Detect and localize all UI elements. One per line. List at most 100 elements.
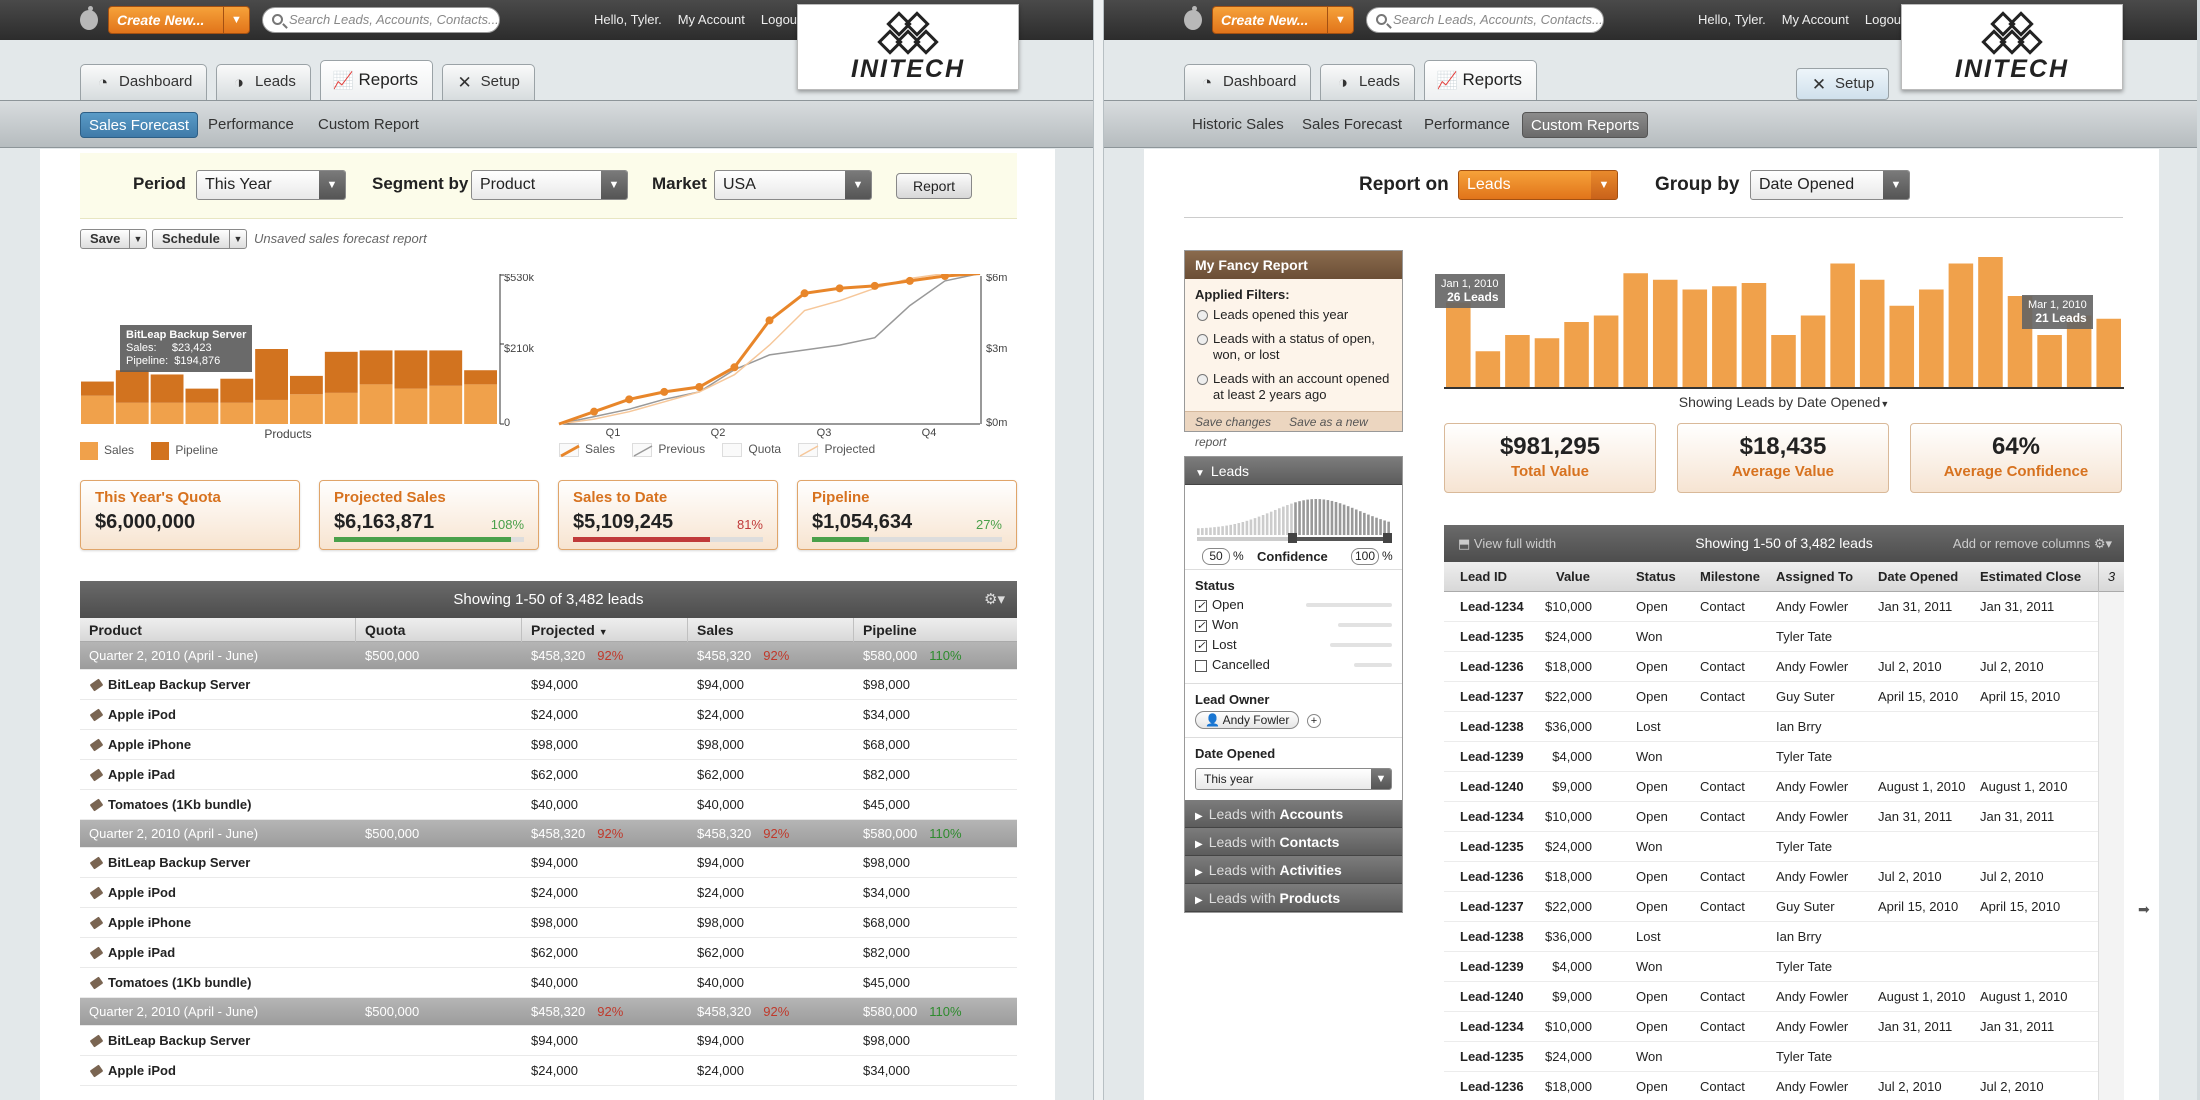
group-row[interactable]: Quarter 2, 2010 (April - June) $500,000 $4… (80, 820, 1017, 848)
leads-bar[interactable] (1475, 351, 1501, 387)
table-row[interactable]: Lead-1235 $24,000 Won Tyler Tate (1444, 1042, 2124, 1072)
bar-sales[interactable] (255, 399, 288, 424)
sales-point[interactable] (870, 281, 879, 290)
chart-caption[interactable]: Showing Leads by Date Opened▼ (1444, 394, 2124, 410)
leads-bar[interactable] (1830, 263, 1855, 388)
bar-pipeline[interactable] (150, 374, 184, 403)
leads-bar[interactable] (2037, 335, 2062, 387)
col-lead-id[interactable]: Lead ID (1460, 562, 1507, 592)
leads-bar[interactable] (1534, 338, 1560, 387)
table-row[interactable]: Lead-1237 $22,000 Open Contact Guy Suter Apri… (1444, 892, 2124, 922)
checkbox-empty-icon[interactable] (1195, 659, 1207, 672)
group-by-select[interactable]: Date Opened ▼ (1750, 170, 1910, 200)
applied-filter[interactable]: Leads with an account opened at least 2 … (1195, 371, 1392, 403)
leads-bar[interactable] (1800, 315, 1826, 388)
legend-item-sales[interactable]: Sales (559, 442, 615, 458)
col-status[interactable]: Status (1636, 562, 1676, 592)
col-estimated-close[interactable]: Estimated Close (1980, 562, 2081, 592)
col-date-opened[interactable]: Date Opened (1878, 562, 1958, 592)
checkbox-checked-icon[interactable]: ✓ (1195, 599, 1207, 612)
table-row[interactable]: Lead-1235 $24,000 Won Tyler Tate (1444, 622, 2124, 652)
table-row[interactable]: BitLeap Backup Server $94,000 $94,000 $98,0… (80, 848, 1017, 878)
subnav-custom-report[interactable]: Custom Report (310, 112, 427, 138)
chevron-down-icon[interactable]: ▼ (1327, 7, 1353, 33)
save-button[interactable]: Save ▼ (80, 229, 147, 249)
confidence-max-input[interactable]: 100 (1351, 548, 1379, 565)
tab-reports[interactable]: 📈 Reports (319, 60, 434, 100)
leads-bar[interactable] (1564, 322, 1589, 387)
table-row[interactable]: Lead-1239 $4,000 Won Tyler Tate (1444, 952, 2124, 982)
group-row[interactable]: Quarter 2, 2010 (April - June) $500,000 $4… (80, 642, 1017, 670)
legend-item-quota[interactable]: Quota (722, 442, 781, 458)
confidence-min-input[interactable]: 50 (1202, 548, 1230, 565)
leads-bar[interactable] (1623, 273, 1648, 387)
subnav-historic-sales[interactable]: Historic Sales (1184, 112, 1292, 138)
bar-pipeline[interactable] (220, 378, 254, 403)
market-select[interactable]: USA ▼ (714, 170, 872, 200)
table-row[interactable]: Lead-1239 $4,000 Won Tyler Tate (1444, 742, 2124, 772)
bar-sales[interactable] (115, 402, 149, 424)
sales-point[interactable] (800, 289, 809, 298)
bar-sales[interactable] (150, 402, 184, 424)
sales-point[interactable] (905, 276, 914, 285)
leads-bar[interactable] (1682, 289, 1708, 388)
report-on-select[interactable]: Leads ▼ (1458, 170, 1618, 200)
status-open[interactable]: ✓ Open (1195, 595, 1392, 615)
leads-bar[interactable] (1593, 315, 1619, 388)
table-row[interactable]: Apple iPhone $98,000 $98,000 $68,000 (80, 730, 1017, 760)
table-row[interactable]: Lead-1236 $18,000 Open Contact Andy Fowler Ju… (1444, 862, 2124, 892)
table-row[interactable]: Apple iPad $62,000 $62,000 $82,000 (80, 760, 1017, 790)
leads-bar[interactable] (1505, 335, 1530, 387)
sales-point[interactable] (625, 395, 634, 404)
bar-sales[interactable] (464, 384, 497, 424)
leads-panel-header[interactable]: ▼ Leads (1185, 457, 1402, 485)
tab-reports[interactable]: 📈 Reports (1423, 60, 1538, 100)
status-lost[interactable]: ✓ Lost (1195, 635, 1392, 655)
chevron-down-icon[interactable]: ▼ (229, 230, 246, 248)
home-icon[interactable] (80, 6, 98, 30)
checkbox-checked-icon[interactable]: ✓ (1195, 639, 1207, 652)
leads-bar[interactable] (1919, 289, 1944, 388)
add-owner-icon[interactable]: + (1306, 714, 1321, 728)
leads-bar[interactable] (1889, 305, 1915, 387)
search-input[interactable]: Search Leads, Accounts, Contacts... (262, 7, 500, 33)
bar-pipeline[interactable] (255, 349, 288, 400)
col-projected[interactable]: Projected ▼ (522, 618, 688, 642)
leads-bar[interactable] (1859, 279, 1885, 387)
summary-card[interactable]: Sales to Date $5,109,245 81% (558, 480, 778, 550)
logout-link[interactable]: Logout (761, 12, 801, 27)
bar-pipeline[interactable] (185, 388, 219, 403)
table-row[interactable]: Tomatoes (1Kb bundle) $40,000 $40,000 $45,0… (80, 968, 1017, 998)
summary-card[interactable]: This Year's Quota $6,000,000 (80, 480, 300, 550)
bar-pipeline[interactable] (290, 375, 323, 395)
logout-link[interactable]: Logout (1865, 12, 1905, 27)
my-account-link[interactable]: My Account (678, 12, 745, 27)
subnav-performance[interactable]: Performance (200, 112, 302, 138)
leads-bar[interactable] (1712, 286, 1737, 387)
leads-bar[interactable] (1446, 302, 1471, 388)
owner-token[interactable]: 👤 Andy Fowler (1195, 711, 1300, 729)
period-select[interactable]: This Year ▼ (196, 170, 346, 200)
bar-sales[interactable] (359, 384, 393, 424)
gear-icon[interactable]: ⚙▾ (984, 581, 1005, 618)
sales-point[interactable] (765, 316, 774, 325)
table-row[interactable]: Tomatoes (1Kb bundle) $40,000 $40,000 $45,0… (80, 790, 1017, 820)
table-row[interactable]: Lead-1236 $18,000 Open Contact Andy Fowler Ju… (1444, 1072, 2124, 1100)
bar-sales[interactable] (394, 388, 428, 424)
confidence-slider-track[interactable] (1197, 533, 1392, 543)
bar-pipeline[interactable] (464, 370, 497, 385)
save-changes-link[interactable]: Save changes (1195, 415, 1271, 429)
col-sales[interactable]: Sales (688, 618, 854, 642)
setup-button[interactable]: ✕ Setup (1796, 68, 1890, 100)
col-value[interactable]: Value (1556, 562, 1590, 592)
related-panel-contacts[interactable]: ▶ Leads with Contacts (1185, 828, 1402, 856)
subnav-sales-forecast[interactable]: Sales Forecast (1294, 112, 1410, 138)
report-button[interactable]: Report (896, 173, 972, 199)
line-series-sales[interactable] (558, 274, 981, 426)
kpi-card[interactable]: 64% Average Confidence (1910, 423, 2122, 493)
tab-setup[interactable]: ✕ Setup (441, 64, 535, 100)
bar-sales[interactable] (81, 395, 114, 424)
my-account-link[interactable]: My Account (1782, 12, 1849, 27)
table-row[interactable]: BitLeap Backup Server $94,000 $94,000 $98,0… (80, 670, 1017, 700)
bar-pipeline[interactable] (81, 381, 114, 396)
